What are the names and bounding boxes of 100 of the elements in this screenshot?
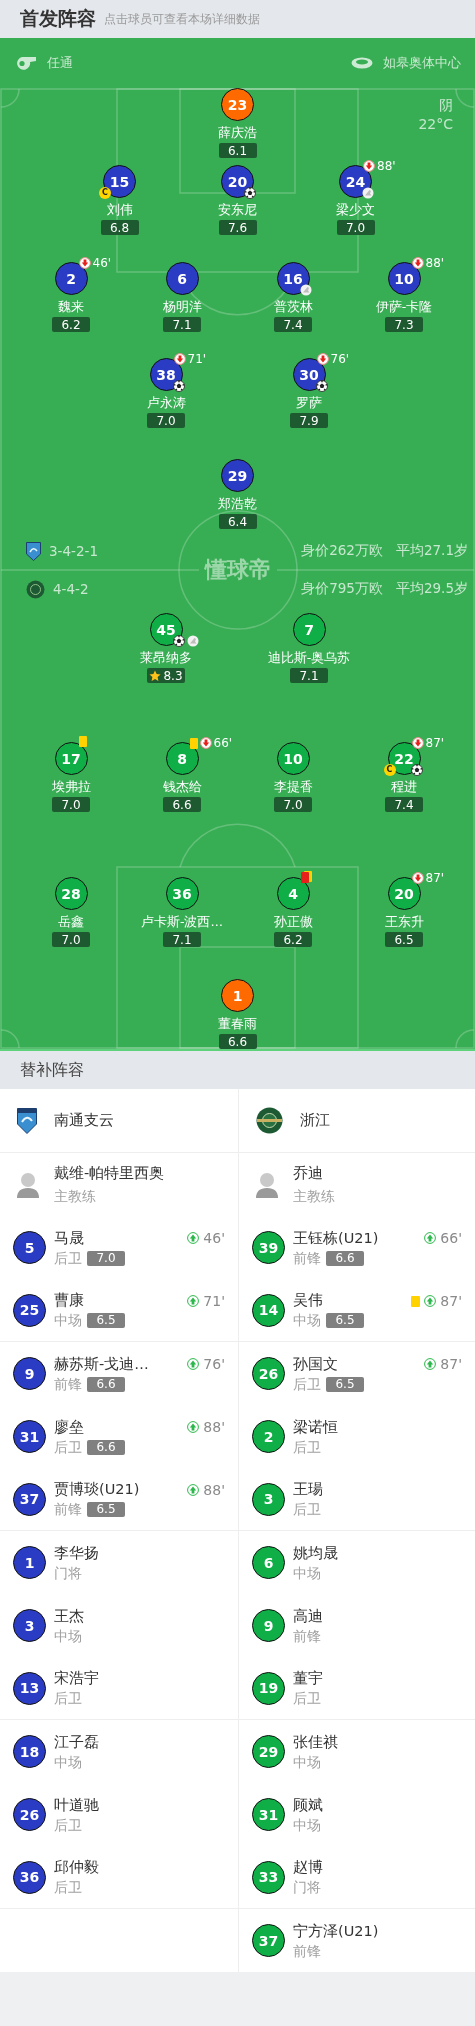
substitution-in-icon (187, 1232, 200, 1244)
team-crest-icon (256, 1107, 283, 1134)
position-label: 中场 (293, 1816, 321, 1834)
position-label: 后卫 (54, 1438, 82, 1456)
substitution-minute: 76' (330, 352, 350, 366)
player-marker[interactable]: 16 (276, 262, 310, 295)
player-number[interactable]: 25 (13, 1293, 46, 1327)
substitution-minute: 66' (440, 1230, 462, 1246)
player-number[interactable]: 9 (13, 1357, 46, 1390)
player-number[interactable]: 36 (13, 1860, 46, 1894)
player-rating: 6.5 (394, 932, 414, 947)
football-icon (244, 187, 256, 199)
player-number[interactable]: 2 (252, 1420, 285, 1453)
substitution-in-icon (187, 1358, 200, 1370)
substitution-out-icon (173, 353, 186, 365)
player-marker[interactable]: 20 (221, 165, 254, 198)
football-icon (410, 764, 423, 776)
player-number[interactable]: 26 (13, 1798, 46, 1831)
player-number[interactable]: 37 (252, 1924, 285, 1957)
player-number[interactable]: 1 (13, 1546, 46, 1579)
player-number[interactable]: 29 (252, 1735, 285, 1768)
player-marker[interactable]: 7 (292, 613, 326, 646)
player-number[interactable]: 31 (252, 1798, 285, 1831)
position-label: 后卫 (54, 1816, 82, 1834)
player-marker[interactable]: 4 (276, 877, 310, 910)
position-label: 前锋 (293, 1249, 321, 1267)
player-number[interactable]: 3 (252, 1482, 285, 1516)
position-label: 门将 (54, 1564, 82, 1582)
team-crest-icon (26, 541, 41, 561)
star-icon (149, 669, 162, 682)
team-crest-icon (17, 1107, 37, 1134)
position-label: 前锋 (293, 1627, 321, 1645)
player-rating: 6.5 (87, 1313, 125, 1328)
player-rating: 7.0 (283, 797, 303, 812)
player-marker[interactable]: 17 (54, 742, 88, 775)
average-age: 平均29.5岁 (395, 580, 468, 598)
boot-icon (299, 284, 312, 296)
player-rating: 6.6 (227, 1034, 248, 1049)
player-name: 曹康 (54, 1291, 85, 1309)
player-name: 埃弗拉 (51, 779, 91, 795)
player-marker[interactable]: 29 (221, 459, 254, 492)
player-rating: 7.1 (299, 668, 319, 683)
player-name: 王杰 (54, 1606, 84, 1625)
player-rating: 6.5 (326, 1313, 364, 1328)
player-marker[interactable]: 10 (387, 262, 421, 295)
substitution-minute: 88' (425, 256, 445, 270)
player-marker[interactable]: 28 (54, 877, 88, 910)
section-title: 首发阵容 (20, 6, 96, 31)
player-name: 迪比斯-奥乌苏 (267, 650, 351, 666)
player-number[interactable]: 3 (13, 1609, 46, 1642)
player-name: 刘伟 (106, 202, 133, 218)
player-rating: 7.0 (156, 413, 176, 428)
player-rating: 6.6 (87, 1439, 125, 1455)
brand-logo-text: 懂球帝 (198, 557, 277, 583)
player-marker[interactable]: 23 (221, 88, 254, 121)
player-number[interactable]: 33 (252, 1860, 285, 1894)
player-number[interactable]: 13 (13, 1671, 46, 1705)
player-marker[interactable]: 1 (221, 979, 254, 1012)
player-name: 梁少文 (336, 202, 375, 218)
player-number[interactable]: 31 (13, 1420, 46, 1453)
substitution-out-icon (411, 872, 424, 884)
player-name: 卢永涛 (146, 395, 186, 411)
position-label: 中场 (54, 1753, 82, 1771)
player-number[interactable]: 19 (252, 1671, 285, 1705)
player-marker[interactable]: 2 (54, 262, 88, 295)
booking-card-icon (78, 736, 87, 747)
player-rating: 6.8 (109, 220, 130, 235)
player-rating: 6.6 (326, 1250, 364, 1266)
position-label: 前锋 (54, 1375, 82, 1393)
player-name: 李华扬 (54, 1543, 99, 1562)
player-number[interactable]: 6 (252, 1546, 285, 1579)
player-name: 杨明洋 (162, 299, 202, 315)
player-marker[interactable]: 45 (149, 613, 183, 646)
player-number[interactable]: 9 (252, 1609, 285, 1642)
position-label: 中场 (293, 1753, 321, 1771)
player-name: 宁方泽(U21) (293, 1921, 379, 1940)
player-marker[interactable]: 6 (165, 262, 199, 295)
position-label: 后卫 (54, 1249, 82, 1267)
player-number[interactable]: 37 (13, 1482, 46, 1516)
player-marker[interactable]: 20 (387, 877, 421, 910)
player-marker[interactable]: 36 (165, 877, 199, 910)
player-rating: 8.3 (163, 668, 183, 683)
player-number[interactable]: 14 (252, 1293, 285, 1327)
player-rating: 6.5 (87, 1502, 125, 1517)
player-marker[interactable]: 8 (165, 742, 199, 775)
position-label: 后卫 (54, 1690, 82, 1707)
player-name: 马晟 (54, 1228, 85, 1247)
player-rating: 7.1 (172, 932, 192, 947)
player-marker[interactable]: 10 (276, 742, 310, 775)
player-name: 莱昂纳多 (140, 650, 192, 666)
player-name: 贾博琰(U21) (54, 1480, 140, 1498)
position-label: 前锋 (54, 1501, 82, 1518)
substitution-minute: 71' (187, 352, 207, 366)
player-number[interactable]: 39 (252, 1231, 285, 1264)
weather-label: 阴 (439, 96, 453, 115)
boot-icon (362, 187, 374, 199)
substitution-out-icon (411, 737, 424, 749)
player-number[interactable]: 26 (252, 1357, 285, 1390)
player-number[interactable]: 5 (13, 1231, 46, 1264)
player-number[interactable]: 18 (13, 1735, 46, 1768)
